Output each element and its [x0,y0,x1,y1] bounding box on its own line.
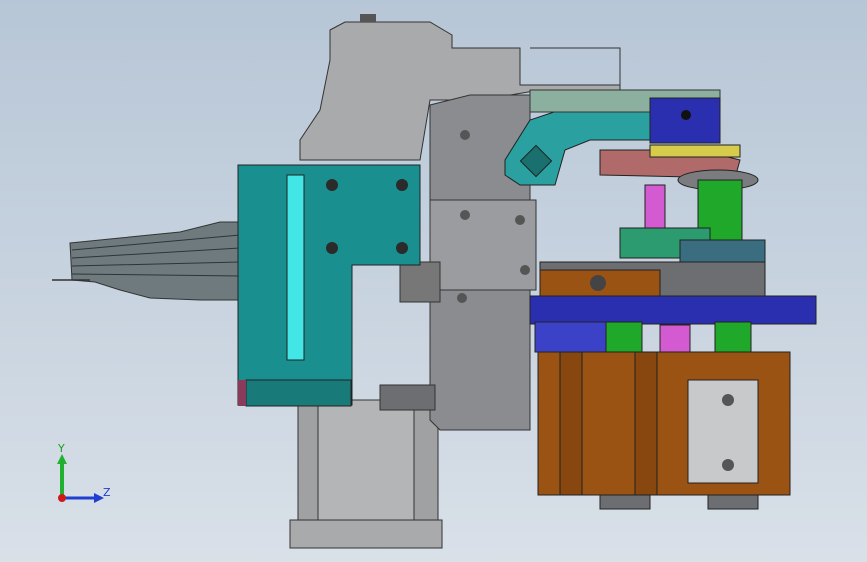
die-block[interactable] [537,351,791,510]
sheet-metal-part[interactable] [52,221,241,301]
teal-bracket[interactable] [237,164,421,407]
cad-viewport[interactable]: Y Z [0,0,867,562]
z-axis-label: Z [103,486,111,499]
orientation-triad [57,454,104,503]
cad-model[interactable] [0,0,867,562]
y-axis-label: Y [58,442,65,455]
